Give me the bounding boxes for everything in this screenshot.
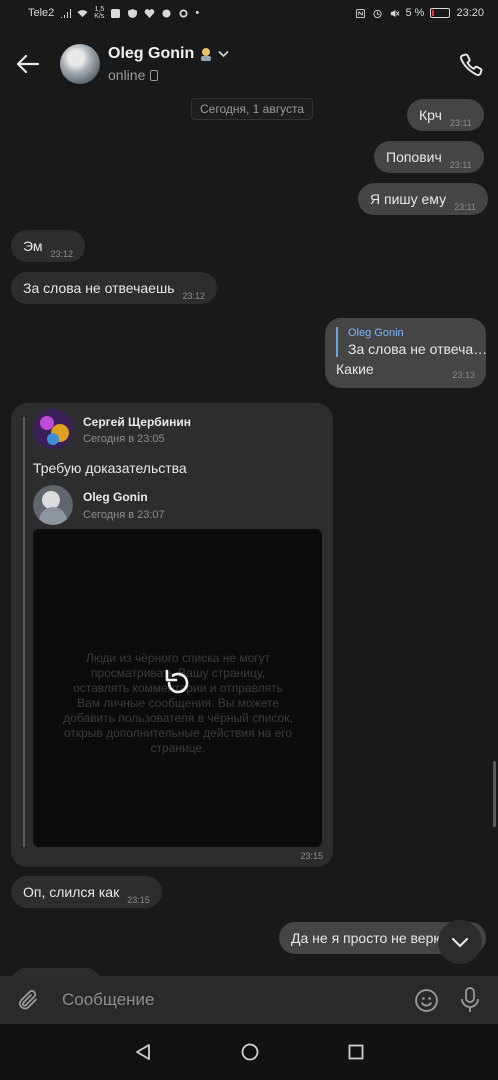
message-text: Какие [336, 361, 374, 377]
back-button[interactable] [0, 55, 56, 73]
reply-quote[interactable]: Oleg Gonin За слова не отвеча… [336, 327, 488, 357]
nested-author-name[interactable]: Oleg Gonin [83, 490, 148, 504]
emoji-icon [414, 988, 438, 1012]
message-time: 23:15 [300, 851, 323, 861]
message-text: Да не я просто не верю [291, 930, 444, 946]
microphone-icon [461, 987, 479, 1012]
message-time: 23:11 [454, 202, 476, 212]
gear-icon [179, 8, 188, 18]
message-bubble[interactable]: Эм 23:12 [11, 230, 86, 262]
message-text: Крч [419, 107, 442, 123]
message-time: 23:12 [50, 249, 74, 259]
shield-icon [128, 8, 138, 18]
network-speed: 1,5 K/s [94, 6, 105, 20]
forward-line [23, 417, 25, 847]
back-arrow-icon [17, 55, 39, 73]
mobile-icon [150, 69, 159, 81]
forwarded-message[interactable]: Сергей Щербинин Сегодня в 23:05 Требую д… [11, 403, 333, 867]
developer-emoji-icon [201, 48, 212, 61]
contact-info[interactable]: Oleg Gonin online [108, 45, 229, 83]
vk-app-icon [111, 8, 121, 18]
message-bubble[interactable]: Попович 23:11 [374, 141, 484, 173]
emoji-button[interactable] [404, 988, 448, 1013]
message-text: За слова не отвечаешь [23, 280, 175, 296]
message-text: Я пишу ему [370, 191, 447, 207]
chat-icon [162, 8, 171, 18]
scroll-indicator[interactable] [493, 761, 496, 827]
scroll-down-button[interactable] [438, 920, 482, 964]
date-separator: Сегодня, 1 августа [191, 98, 313, 120]
video-attachment[interactable]: Люди из чёрного списка не могут просматр… [33, 529, 322, 847]
heart-icon [145, 8, 155, 18]
message-time: 23:13 [452, 370, 475, 380]
message-composer: Сообщение [0, 976, 498, 1024]
avatar[interactable] [60, 44, 100, 84]
message-input[interactable]: Сообщение [62, 990, 404, 1010]
paperclip-icon [19, 990, 37, 1010]
chevron-down-icon[interactable] [218, 50, 229, 58]
message-bubble[interactable]: Крч 23:11 [407, 99, 484, 131]
replay-icon[interactable] [164, 669, 190, 699]
mute-icon [390, 9, 399, 17]
system-nav-bar [0, 1024, 498, 1080]
message-bubble-partial[interactable] [11, 968, 101, 976]
battery-percent: 5 % [405, 7, 425, 19]
message-bubble[interactable]: За слова не отвечаешь 23:12 [11, 272, 218, 304]
message-bubble[interactable]: Оп, слился как 23:15 [11, 876, 162, 908]
forward-author-name[interactable]: Сергей Щербинин [83, 415, 191, 429]
message-text: Эм [23, 238, 43, 254]
message-time: 23:11 [449, 160, 472, 170]
alarm-icon [372, 9, 382, 18]
status-bar: Tele2 1,5 K/s • 5 % 23:20 [0, 0, 498, 26]
contact-name: Oleg Gonin [108, 45, 195, 62]
message-time: 23:11 [449, 118, 472, 128]
forward-author-avatar[interactable] [33, 409, 73, 449]
message-text: Оп, слился как [23, 884, 120, 900]
nested-author-avatar[interactable] [33, 485, 73, 525]
message-time: 23:15 [127, 895, 150, 905]
reply-author: Oleg Gonin [348, 327, 404, 339]
carrier-label: Tele2 [28, 7, 55, 19]
nested-author-date: Сегодня в 23:07 [83, 509, 165, 521]
video-preview-text: Люди из чёрного списка не могут просматр… [63, 651, 293, 755]
message-bubble[interactable]: Я пишу ему 23:11 [358, 183, 488, 215]
nfc-icon [355, 8, 365, 18]
signal-icon [61, 8, 72, 18]
voice-button[interactable] [448, 987, 492, 1013]
wifi-icon [77, 9, 88, 17]
message-time: 23:12 [182, 291, 206, 301]
phone-icon [459, 53, 483, 77]
forward-author-date: Сегодня в 23:05 [83, 433, 165, 445]
dot-icon: • [195, 7, 200, 19]
reply-message-bubble[interactable]: Oleg Gonin За слова не отвеча… Какие 23:… [325, 318, 488, 388]
reply-text: За слова не отвеча… [348, 341, 488, 357]
nav-home-icon[interactable] [241, 1043, 259, 1061]
battery-icon [430, 8, 451, 18]
chevron-down-icon [451, 937, 469, 948]
nav-back-icon[interactable] [134, 1043, 152, 1061]
attach-button[interactable] [6, 988, 50, 1012]
message-text: Попович [386, 149, 442, 165]
forward-text: Требую доказательства [33, 460, 187, 476]
message-list[interactable]: Сегодня, 1 августа Крч 23:11 Попович 23:11… [0, 90, 498, 976]
online-status: online [108, 67, 146, 83]
call-button[interactable] [458, 52, 484, 83]
nav-recents-icon[interactable] [348, 1044, 364, 1060]
clock: 23:20 [456, 7, 484, 19]
